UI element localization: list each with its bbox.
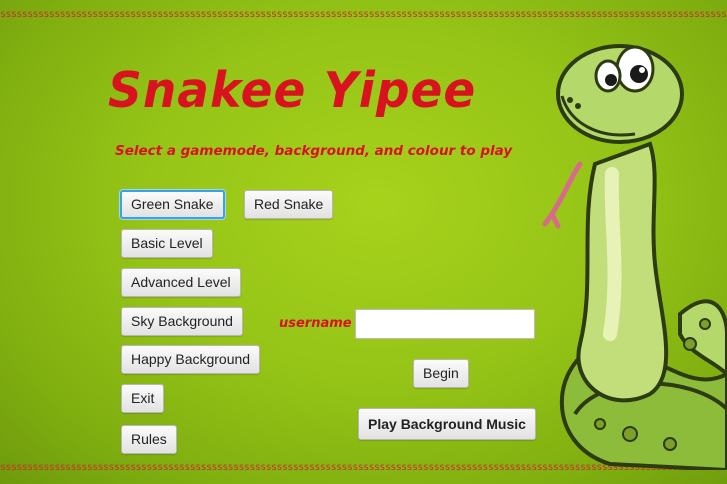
play-music-button[interactable]: Play Background Music (358, 408, 536, 440)
advanced-level-button[interactable]: Advanced Level (121, 268, 241, 297)
exit-button[interactable]: Exit (121, 384, 165, 413)
happy-background-button[interactable]: Happy Background (121, 345, 261, 374)
begin-button[interactable]: Begin (413, 359, 469, 388)
red-snake-button[interactable]: Red Snake (244, 190, 334, 219)
cartoon-snake-icon (542, 44, 727, 470)
sky-background-button[interactable]: Sky Background (121, 307, 243, 336)
game-menu-window: ssssssssssssssssssssssssssssssssssssssss… (0, 0, 727, 484)
rules-button[interactable]: Rules (121, 425, 177, 454)
game-subtitle: Select a gamemode, background, and colou… (115, 143, 513, 159)
green-snake-button[interactable]: Green Snake (120, 190, 225, 219)
basic-level-button[interactable]: Basic Level (121, 229, 213, 258)
username-label: username (279, 316, 352, 331)
game-title: Snakee Yipee (108, 61, 477, 120)
username-input[interactable] (355, 309, 535, 339)
